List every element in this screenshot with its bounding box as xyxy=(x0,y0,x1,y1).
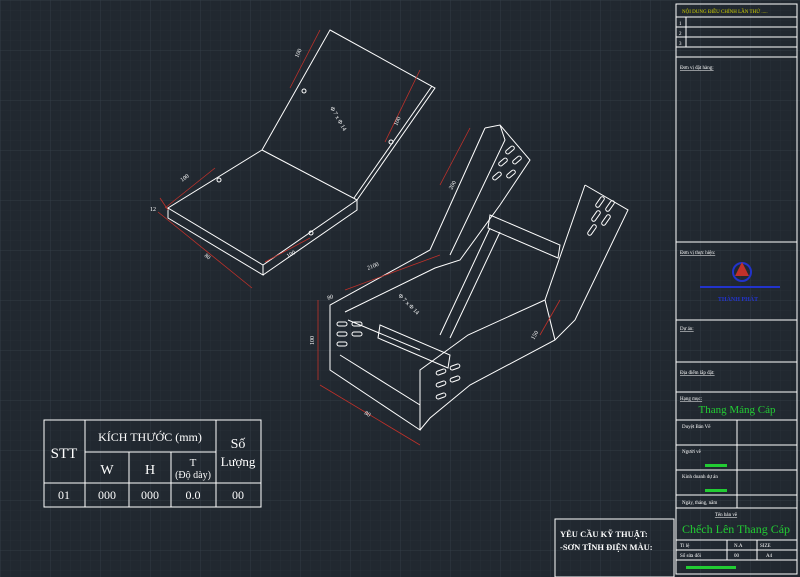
date-label: Ngày, tháng, năm xyxy=(682,501,717,506)
row-t: 0.0 xyxy=(186,488,201,502)
sheet-label: Số sửa đổi xyxy=(680,553,702,559)
item-label: Hạng mục: xyxy=(680,397,702,402)
dim-label: 100 xyxy=(310,336,316,345)
h-header: H xyxy=(145,463,155,478)
revision-header: NỘI DUNG ĐIỀU CHỈNH LẦN THỨ ..... xyxy=(682,9,768,15)
size-value: A4 xyxy=(766,554,773,559)
drafter-label: Người vẽ xyxy=(682,450,702,455)
size-label: SIZE xyxy=(760,544,771,549)
scale-value: N.A xyxy=(734,544,743,549)
row-stt: 01 xyxy=(58,488,70,502)
client-label: Đơn vị đặt hàng: xyxy=(680,66,714,71)
row-h: 000 xyxy=(141,488,159,502)
stt-header: STT xyxy=(51,446,78,462)
qty-header-line2: Lượng xyxy=(221,454,256,469)
qty-header: Số xyxy=(231,437,246,452)
w-header: W xyxy=(100,463,114,478)
size-header: KÍCH THƯỚC (mm) xyxy=(98,430,202,444)
scale-label: Tỉ lệ xyxy=(680,544,690,549)
cad-drawing-canvas[interactable]: 100 Φ 7 x Φ 14 100 100 100 12 80 200 210… xyxy=(0,0,800,577)
grid xyxy=(0,0,800,577)
row-w: 000 xyxy=(98,488,116,502)
project-label: Dự án: xyxy=(680,327,694,332)
sheet-value: 00 xyxy=(734,554,740,559)
requirements-line2: -SƠN TĨNH ĐIỆN MÀU: xyxy=(560,542,653,552)
dim-label: 12 xyxy=(150,207,156,213)
sales-label: Kinh doanh dự án xyxy=(682,475,718,480)
t-subheader: (Độ dày) xyxy=(175,470,211,481)
drawing-name: Chếch Lên Thang Cáp xyxy=(682,522,790,536)
requirements-line1: YÊU CẦU KỸ THUẬT: xyxy=(560,529,648,539)
row-qty: 00 xyxy=(232,488,244,502)
location-label: Địa điểm lắp đặt: xyxy=(680,370,715,376)
company-name: THÀNH PHÁT xyxy=(718,295,758,303)
drawing-name-label: Tên bản vẽ xyxy=(715,513,738,518)
contractor-label: Đơn vị thực hiện: xyxy=(680,251,715,256)
approved-label: Duyệt Bản Vẽ xyxy=(682,425,711,430)
item-value: Thang Máng Cáp xyxy=(699,404,776,416)
t-header: T xyxy=(190,457,197,469)
